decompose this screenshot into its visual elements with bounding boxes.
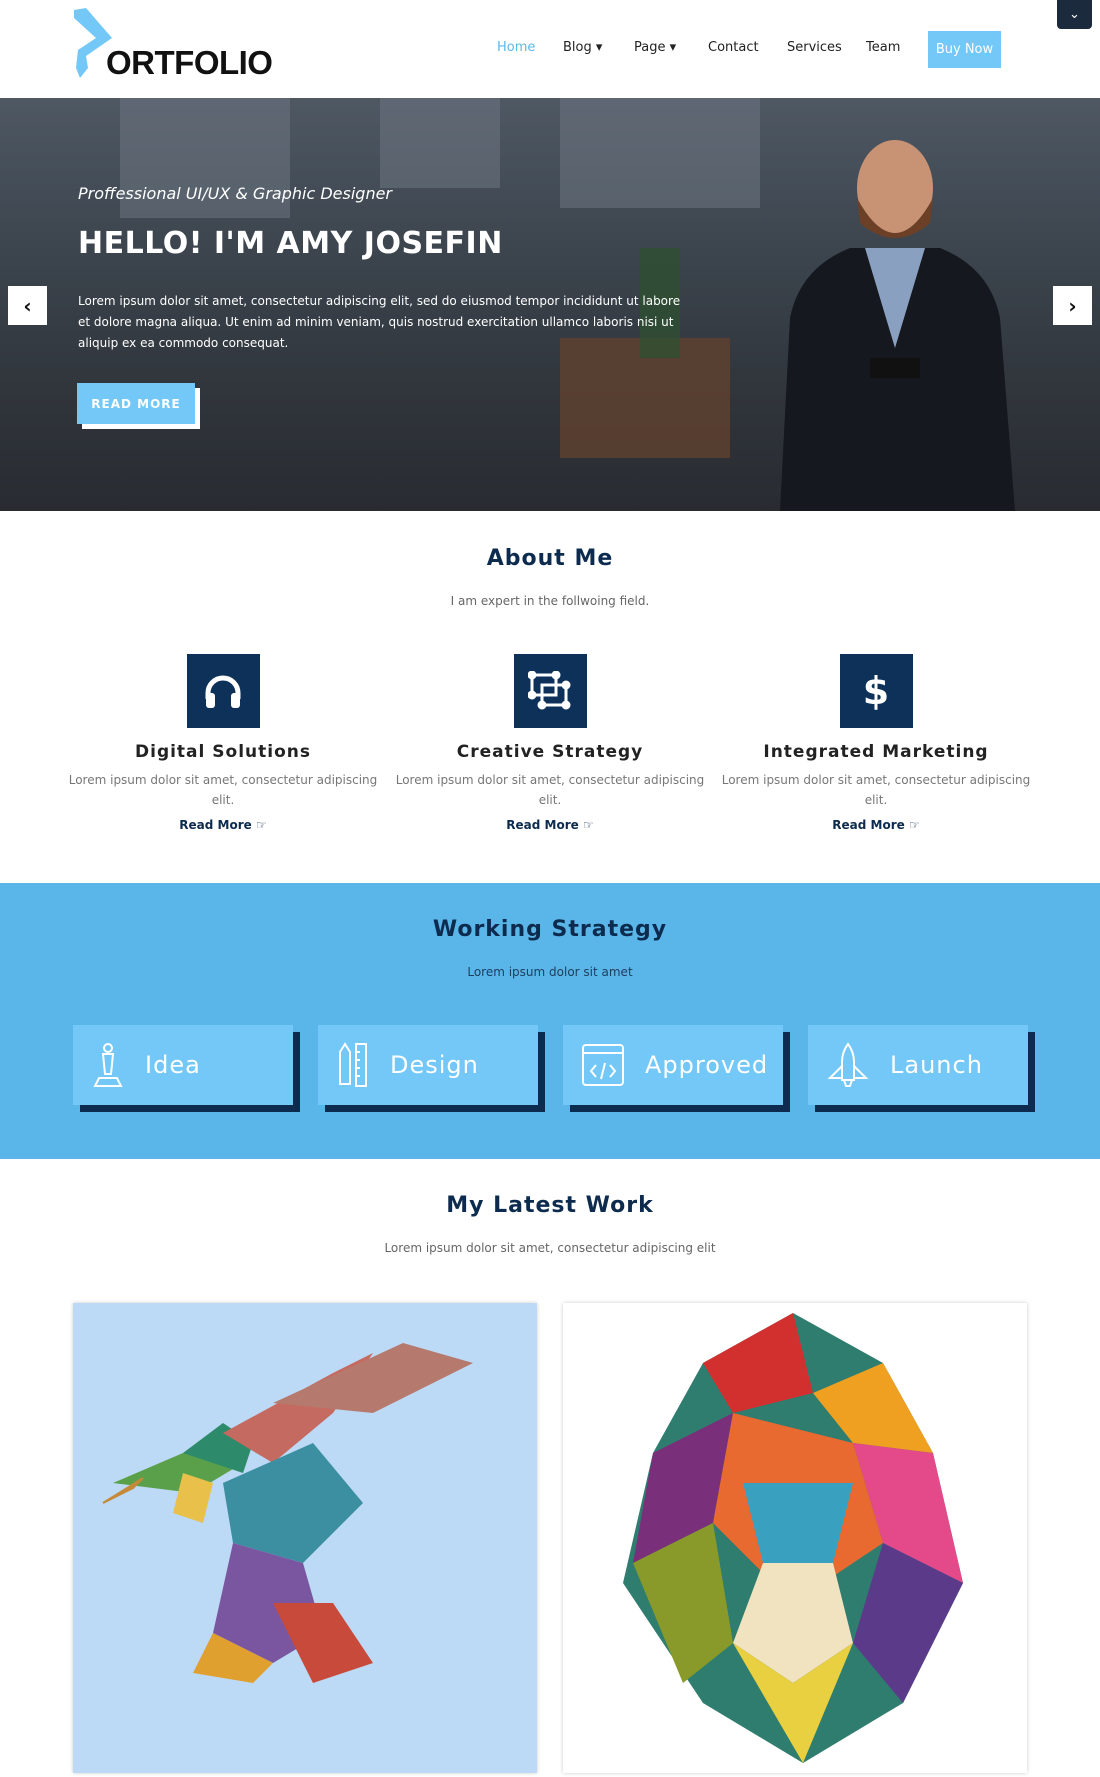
hero-text: Lorem ipsum dolor sit amet, consectetur … xyxy=(78,294,681,350)
read-more-link[interactable]: Read More ☞ xyxy=(179,818,266,832)
work-subtitle: Lorem ipsum dolor sit amet, consectetur … xyxy=(384,1241,716,1255)
card-text: Lorem ipsum dolor sit amet, consectetur … xyxy=(721,773,1031,807)
work-item-hummingbird[interactable] xyxy=(73,1303,537,1773)
nav-contact[interactable]: Contact xyxy=(708,40,759,55)
caret-down-icon: ▾ xyxy=(595,40,603,55)
chevron-down-icon[interactable]: ⌄ xyxy=(1057,0,1092,29)
nav-page-label: Page xyxy=(634,40,666,55)
chevron-left-icon[interactable]: ‹ xyxy=(8,286,47,325)
about-card: $ Integrated Marketing Lorem ipsum dolor… xyxy=(721,654,1031,833)
site-header: ORTFOLIO Home Blog ▾ Page ▾ Contact Serv… xyxy=(0,0,1100,98)
strategy-step-approved[interactable]: Approved xyxy=(563,1025,783,1105)
lion-image xyxy=(623,1313,963,1763)
read-more-button[interactable]: READ MORE xyxy=(77,383,195,424)
hero-slider: Proffessional UI/UX & Graphic Designer H… xyxy=(0,98,1100,511)
hand-point-right-icon: ☞ xyxy=(908,818,920,832)
about-subtitle: I am expert in the follwoing field. xyxy=(450,594,650,608)
work-title: My Latest Work xyxy=(446,1193,654,1218)
nav-services[interactable]: Services xyxy=(787,40,842,55)
hand-point-right-icon: ☞ xyxy=(582,818,594,832)
step-label: Design xyxy=(390,1051,479,1079)
step-label: Approved xyxy=(645,1051,769,1079)
strategy-subtitle: Lorem ipsum dolor sit amet xyxy=(467,965,633,979)
about-card: Digital Solutions Lorem ipsum dolor sit … xyxy=(68,654,378,833)
hero-subtitle: Proffessional UI/UX & Graphic Designer xyxy=(78,184,392,203)
read-more-label: Read More xyxy=(832,818,905,832)
strategy-step-launch[interactable]: Launch xyxy=(808,1025,1028,1105)
chess-pawn-icon xyxy=(93,1043,123,1087)
step-label: Idea xyxy=(145,1051,201,1079)
nav-team[interactable]: Team xyxy=(866,40,900,55)
card-title: Integrated Marketing xyxy=(763,742,989,762)
headphones-icon xyxy=(186,654,260,728)
nav-blog-label: Blog xyxy=(563,40,592,55)
rocket-icon xyxy=(827,1042,869,1087)
vector-shapes-icon xyxy=(513,654,587,728)
hummingbird-image xyxy=(102,1343,473,1683)
dollar-icon: $ xyxy=(839,654,913,728)
about-title: About Me xyxy=(486,546,614,571)
work-item-lion[interactable] xyxy=(563,1303,1027,1773)
step-label: Launch xyxy=(890,1051,983,1079)
nav-home[interactable]: Home xyxy=(497,40,535,55)
card-title: Digital Solutions xyxy=(135,742,311,762)
read-more-label: Read More xyxy=(179,818,252,832)
strategy-step-design[interactable]: Design xyxy=(318,1025,538,1105)
strategy-title: Working Strategy xyxy=(432,917,668,942)
chevron-right-icon[interactable]: › xyxy=(1053,286,1092,325)
card-title: Creative Strategy xyxy=(456,742,644,762)
strategy-step-idea[interactable]: Idea xyxy=(73,1025,293,1105)
pencil-ruler-icon xyxy=(339,1042,367,1087)
about-card: Creative Strategy Lorem ipsum dolor sit … xyxy=(395,654,705,833)
read-more-link[interactable]: Read More ☞ xyxy=(506,818,593,832)
hero-title: HELLO! I'M AMY JOSEFIN xyxy=(78,226,503,261)
strategy-section: Working Strategy Lorem ipsum dolor sit a… xyxy=(0,883,1100,1159)
logo-text: ORTFOLIO xyxy=(106,44,273,81)
caret-down-icon: ▾ xyxy=(669,40,677,55)
card-text: Lorem ipsum dolor sit amet, consectetur … xyxy=(395,773,705,807)
read-more-link[interactable]: Read More ☞ xyxy=(832,818,919,832)
code-window-icon xyxy=(582,1044,624,1086)
buy-now-button[interactable]: Buy Now xyxy=(928,31,1001,68)
nav-blog[interactable]: Blog ▾ xyxy=(563,40,602,55)
hand-point-right-icon: ☞ xyxy=(255,818,267,832)
card-text: Lorem ipsum dolor sit amet, consectetur … xyxy=(68,773,378,807)
nav-page[interactable]: Page ▾ xyxy=(634,40,676,55)
logo[interactable]: ORTFOLIO xyxy=(72,8,282,83)
hero-person-image xyxy=(780,140,1015,511)
read-more-label: Read More xyxy=(506,818,579,832)
